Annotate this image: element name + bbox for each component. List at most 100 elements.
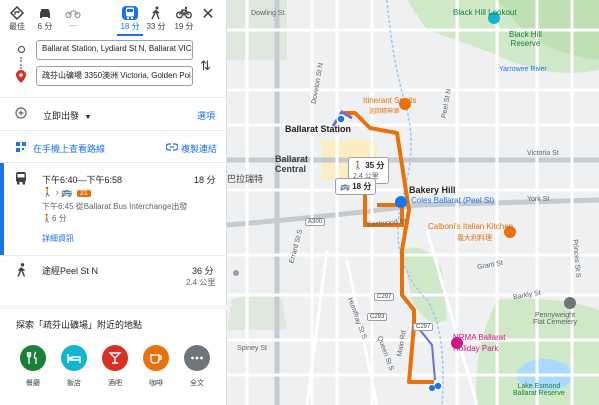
motorbike-icon [65,10,81,19]
mode-car-label: 6 分 [37,22,53,31]
route-option-walk[interactable]: 途經Peel St N 36 分 2.4 公里 [0,256,227,298]
copy-link-button[interactable]: 複製連結 [181,142,217,155]
walk-small-icon: 🚶 [42,214,52,223]
more-icon [191,356,203,360]
walk-icon [151,6,160,20]
divider [0,97,227,98]
label-calboni-cn: 義大利料理 [457,235,492,242]
origin-dot-icon [18,46,25,53]
mode-bike[interactable]: 19 分 [171,6,197,32]
mode-walk[interactable]: 33 分 [143,6,169,32]
coles-pin-icon[interactable] [395,196,407,208]
street-spiney: Spiney St [237,345,267,352]
bus-step-icon: 🚌 [61,187,73,197]
send-to-phone-link[interactable]: 在手機上查看路線 [33,142,105,155]
map-canvas[interactable]: Black Hill Lookout Black Hill Reserve Ya… [227,0,599,405]
street-dowling: Dowling St [251,10,285,17]
explore-cafe-label: 咖啡 [149,380,163,387]
explore-hotel-button[interactable] [61,345,87,371]
depart-now-label: 立即出發 [43,111,80,121]
walk-route-duration: 36 分 [192,266,214,276]
route-walk-info: 🚶6 分 [42,213,67,224]
label-itinerant-spirits-cn: 巡回精神酒 [369,109,400,115]
explore-title: 探索「疏芬山礦場」附近的地點 [16,320,143,330]
label-coles: Coles Ballarat (Peel St) [411,196,495,205]
label-black-hill-reserve: Black Hill Reserve [509,30,542,48]
car-icon [40,9,50,18]
bus-callout-icon: 🚌 [340,182,350,191]
chevron-down-icon: ▼ [84,114,92,121]
mode-transit[interactable]: 18 分 [117,6,143,32]
label-lake-esmond: Lake Esmond Ballarat Reserve [513,383,565,397]
send-to-phone-icon [16,142,26,152]
road-number-a300: A300 [305,218,326,226]
label-black-hill-lookout: Black Hill Lookout [453,8,517,17]
road-number-c297-b: C297 [413,323,434,331]
restaurant-icon [26,351,37,364]
route-details-link[interactable]: 詳細資訊 [42,233,74,244]
label-nrma-2: Holiday Park [453,344,499,353]
road-number-c293: C293 [367,313,388,321]
explore-bar-button[interactable] [102,345,128,371]
explore-hotel-label: 飯店 [67,380,81,387]
mode-motorbike-label: — [69,21,77,30]
directions-panel: 最佳 6 分 — 18 分 33 分 19 分 ✕ Ballarat Stati… [0,0,227,405]
label-ballarat-central: Ballarat Central [275,154,309,174]
mode-transit-label: 18 分 [120,22,140,31]
mode-car[interactable]: 6 分 [32,6,58,32]
transit-icon [122,6,138,20]
swap-icon[interactable]: ⇅ [200,58,211,74]
route-time-range: 下午6:40—下午6:58 [42,175,123,185]
depart-now-dropdown[interactable]: 立即出發 ▼ [43,109,91,122]
route-duration: 18 分 [194,175,216,185]
street-york: York St [527,196,550,203]
explore-more-label: 全文 [190,380,204,387]
label-calboni: Calboni's Italian Kitchen [428,222,514,231]
label-itinerant-spirits: Itinerant Spirits [363,96,417,105]
cafe-icon [150,354,162,364]
explore-cafe-button[interactable] [143,345,169,371]
mode-best[interactable]: 最佳 [4,6,30,32]
bus-callout-time: 18 分 [352,182,372,191]
walk-callout-time: 35 分 [365,161,385,170]
bus-icon [16,172,26,185]
walk-route-label: 途經Peel St N [42,266,99,276]
bus-number-badge: 21 [76,190,91,197]
explore-restaurant-button[interactable] [20,345,46,371]
mode-walk-label: 33 分 [146,22,166,31]
street-victoria: Victoria St [527,150,559,157]
label-yarrowee-river: Yarrowee River [499,66,547,73]
bus-route-callout[interactable]: 🚌 18 分 [335,178,377,195]
label-bakery-hill: Bakery Hill [409,185,456,195]
road-number-c297: C297 [374,293,395,301]
best-route-icon [9,6,25,20]
bar-icon [108,352,122,364]
origin-input[interactable]: Ballarat Station, Lydiard St N, Ballarat… [36,40,193,60]
route-option-transit[interactable]: 下午6:40—下午6:58 18 分 🚶 › 🚌 21 下午6:45 從Ball… [0,163,227,255]
link-icon [166,143,178,151]
walk-callout-icon: 🚶 [353,161,363,170]
route-steps: 🚶 › 🚌 21 [42,187,91,198]
step-arrow-icon: › [55,187,59,197]
close-icon[interactable]: ✕ [200,7,216,23]
hotel-icon [67,354,81,363]
cemetery-pin-icon[interactable] [564,297,576,309]
walk-route-icon [17,263,26,277]
section-divider [0,305,227,309]
label-ballarat-cn: 巴拉瑞特 [227,174,264,184]
options-button[interactable]: 選項 [197,109,215,122]
mode-bike-label: 19 分 [174,22,194,31]
travel-mode-bar: 最佳 6 分 — 18 分 33 分 19 分 ✕ [0,0,227,36]
destination-input[interactable]: 疏芬山礦場 3350澳洲 Victoria, Golden Poi [36,66,193,86]
label-pennyweight: Pennyweight Flat Cemetery [533,312,577,326]
mode-best-label: 最佳 [9,22,25,31]
explore-bar-label: 酒吧 [108,380,122,387]
walk-step-icon: 🚶 [42,187,54,197]
explore-more-button[interactable] [184,345,210,371]
mode-motorbike[interactable]: — [60,6,86,30]
destination-pin-icon [16,70,26,83]
route-walk-time: 6 分 [51,214,67,223]
add-stop-icon[interactable] [15,107,27,119]
selected-mode-indicator [117,34,143,36]
divider [0,130,227,131]
